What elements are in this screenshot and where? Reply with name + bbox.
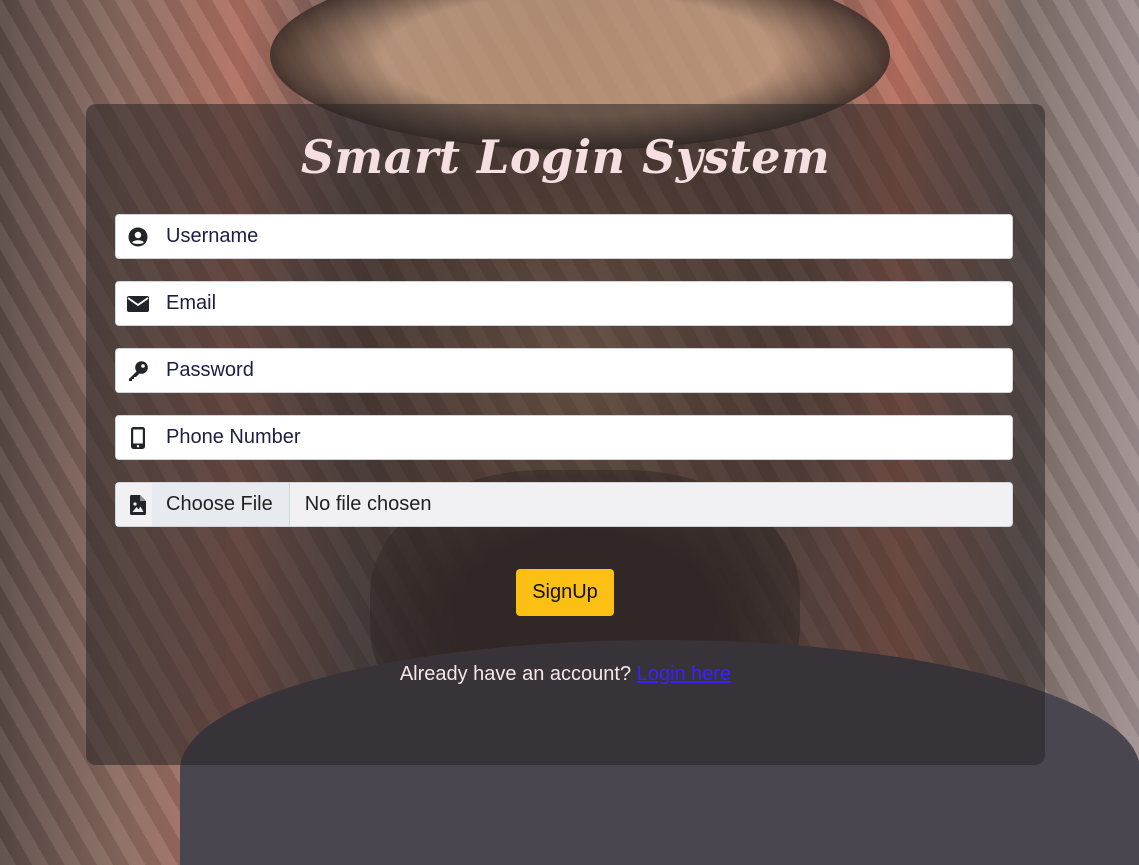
user-circle-icon <box>116 215 160 258</box>
login-prompt: Already have an account? Login here <box>0 663 1131 686</box>
envelope-icon <box>116 282 160 325</box>
password-input[interactable] <box>160 349 1012 392</box>
email-input[interactable] <box>160 282 1012 325</box>
login-prompt-text: Already have an account? <box>399 663 632 685</box>
file-upload-field[interactable]: Choose File No file chosen <box>115 482 1013 527</box>
phone-input[interactable] <box>160 416 1012 459</box>
choose-file-button[interactable]: Choose File <box>152 483 290 526</box>
file-status-text: No file chosen <box>304 493 432 515</box>
username-input[interactable] <box>160 215 1012 258</box>
password-field[interactable] <box>115 348 1013 393</box>
login-link[interactable]: Login here <box>637 663 732 685</box>
mobile-phone-icon <box>116 416 160 459</box>
signup-button[interactable]: SignUp <box>516 569 614 616</box>
key-icon <box>116 349 160 392</box>
username-field[interactable] <box>115 214 1013 259</box>
page-title: Smart Login System <box>300 130 831 184</box>
phone-field[interactable] <box>115 415 1013 460</box>
email-field[interactable] <box>115 281 1013 326</box>
